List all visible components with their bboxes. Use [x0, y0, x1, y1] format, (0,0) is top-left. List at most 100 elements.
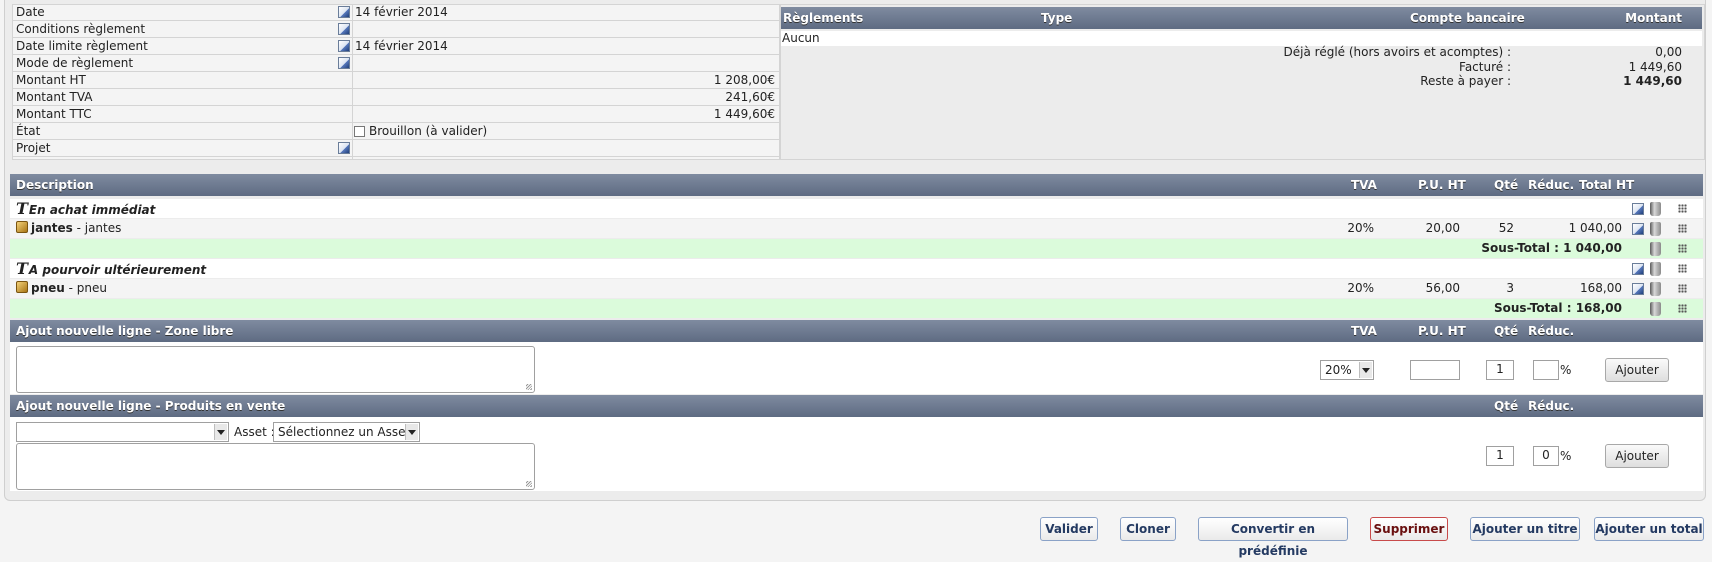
add-total-button[interactable]: Ajouter un total	[1594, 517, 1704, 541]
col-description: Description	[16, 178, 94, 192]
edit-icon[interactable]	[1632, 259, 1644, 278]
subtotal-label: Sous-Total :	[1493, 301, 1572, 315]
info-label: Date	[16, 5, 45, 19]
drag-handle-icon[interactable]	[1678, 299, 1687, 318]
add-free-title: Ajout nouvelle ligne - Zone libre	[16, 324, 234, 338]
title-line-2-text: A pourvoir ultérieurement	[28, 263, 207, 277]
summary-label-billed: Facturé :	[1459, 60, 1511, 74]
info-value: 14 février 2014	[355, 5, 448, 19]
col-tva: TVA	[1351, 178, 1377, 192]
product-select[interactable]	[16, 422, 229, 442]
payments-none-row: Aucun	[781, 31, 1702, 46]
info-value: 241,60€	[725, 90, 775, 104]
delete-icon[interactable]	[1650, 299, 1661, 318]
add-title-button[interactable]: Ajouter un titre	[1470, 517, 1580, 541]
add-product-col-qte: Qté	[1494, 399, 1519, 413]
product-line-2: pneu - pneu	[16, 279, 107, 298]
asset-select[interactable]: Sélectionnez un Asset	[273, 422, 420, 442]
subtotal-2: Sous-Total : 168,00	[1450, 299, 1622, 318]
unit-price-input[interactable]	[1410, 360, 1460, 380]
subtotal-value: 168,00	[1575, 301, 1622, 315]
info-label: Montant TTC	[16, 107, 92, 121]
product-discount-value: 0	[1542, 448, 1550, 462]
col-qte: Qté	[1494, 178, 1519, 192]
drag-handle-icon[interactable]	[1678, 239, 1687, 258]
add-free-header: Ajout nouvelle ligne - Zone libre TVA P.…	[10, 320, 1703, 342]
product-label: - jantes	[72, 221, 122, 235]
add-product-line-button[interactable]: Ajouter	[1605, 444, 1669, 468]
delete-icon[interactable]	[1650, 279, 1661, 298]
free-description-textarea[interactable]	[16, 346, 535, 393]
delete-icon[interactable]	[1650, 199, 1661, 218]
edit-icon[interactable]	[338, 40, 350, 52]
edit-icon[interactable]	[1632, 219, 1644, 238]
summary-value-paid: 0,00	[1655, 45, 1682, 59]
chevron-down-icon	[1359, 362, 1372, 378]
product-ref-link[interactable]: pneu	[31, 281, 65, 295]
drag-handle-icon[interactable]	[1678, 199, 1687, 218]
draft-checkbox[interactable]	[354, 126, 365, 137]
subtotal-row-1: Sous-Total : 1 040,00	[10, 239, 1703, 258]
edit-icon[interactable]	[338, 57, 350, 69]
payments-none: Aucun	[782, 31, 820, 45]
col-pu: P.U. HT	[1418, 178, 1466, 192]
edit-icon[interactable]	[1632, 279, 1644, 298]
subtotal-row-2: Sous-Total : 168,00	[10, 299, 1703, 318]
quantity-input[interactable]: 1	[1486, 360, 1514, 380]
edit-icon[interactable]	[338, 142, 350, 154]
drag-handle-icon[interactable]	[1678, 219, 1687, 238]
subtotal-1: Sous-Total : 1 040,00	[1450, 239, 1622, 258]
col-total: Total HT	[1579, 178, 1635, 192]
info-row: Montant HT 1 208,00€	[12, 72, 779, 89]
product-description-textarea[interactable]	[16, 443, 535, 490]
edit-icon[interactable]	[338, 23, 350, 35]
tva-select-value: 20%	[1325, 363, 1352, 377]
product-pu: 56,00	[1425, 281, 1460, 295]
title-line-1-text: En achat immédiat	[28, 203, 156, 217]
product-discount-input[interactable]: 0	[1533, 446, 1559, 466]
drag-handle-icon[interactable]	[1678, 279, 1687, 298]
payments-header: Règlements Type Compte bancaire Montant	[781, 7, 1702, 29]
product-line-1: jantes - jantes	[16, 219, 121, 238]
info-label: Montant HT	[16, 73, 86, 87]
chevron-down-icon	[214, 424, 227, 440]
title-row-2: TA pourvoir ultérieurement	[10, 259, 1703, 278]
lines-header: Description TVA P.U. HT Qté Réduc. Total…	[10, 174, 1703, 196]
title-line-1: TEn achat immédiat	[16, 199, 155, 220]
product-qte: 3	[1506, 281, 1514, 295]
edit-icon[interactable]	[338, 6, 350, 18]
info-label: Mode de règlement	[16, 56, 134, 70]
product-total: 1 040,00	[1568, 221, 1622, 235]
info-label: Date limite règlement	[16, 39, 148, 53]
info-value: Brouillon (à valider)	[369, 124, 488, 138]
clone-button[interactable]: Cloner	[1120, 517, 1176, 541]
info-row: Conditions règlement	[12, 21, 779, 38]
product-ref-link[interactable]: jantes	[31, 221, 73, 235]
add-product-header: Ajout nouvelle ligne - Produits en vente…	[10, 395, 1703, 417]
info-row: Date 14 février 2014	[12, 4, 779, 21]
percent-label: %	[1560, 363, 1572, 377]
percent-label: %	[1560, 449, 1572, 463]
drag-handle-icon[interactable]	[1678, 259, 1687, 278]
product-qte: 52	[1498, 221, 1514, 235]
validate-button[interactable]: Valider	[1040, 517, 1098, 541]
product-icon	[16, 281, 28, 293]
add-free-line-button[interactable]: Ajouter	[1605, 358, 1669, 382]
product-quantity-input[interactable]: 1	[1486, 446, 1514, 466]
edit-icon[interactable]	[1632, 199, 1644, 218]
delete-icon[interactable]	[1650, 219, 1661, 238]
discount-input[interactable]	[1533, 360, 1559, 380]
summary-label-remaining: Reste à payer :	[1420, 74, 1511, 88]
info-label: Conditions règlement	[16, 22, 146, 36]
product-icon	[16, 221, 28, 233]
subtotal-label: Sous-Total :	[1481, 241, 1559, 255]
delete-icon[interactable]	[1650, 259, 1661, 278]
quantity-input-value: 1	[1496, 362, 1504, 376]
delete-button[interactable]: Supprimer	[1370, 517, 1448, 541]
product-row-2: pneu - pneu 20% 56,00 3 168,00	[10, 279, 1703, 298]
delete-icon[interactable]	[1650, 239, 1661, 258]
convert-predefined-button[interactable]: Convertir en prédéfinie	[1198, 517, 1348, 558]
payments-col-montant: Montant	[1625, 11, 1682, 25]
tva-select[interactable]: 20%	[1320, 360, 1374, 380]
add-product-title: Ajout nouvelle ligne - Produits en vente	[16, 399, 286, 413]
